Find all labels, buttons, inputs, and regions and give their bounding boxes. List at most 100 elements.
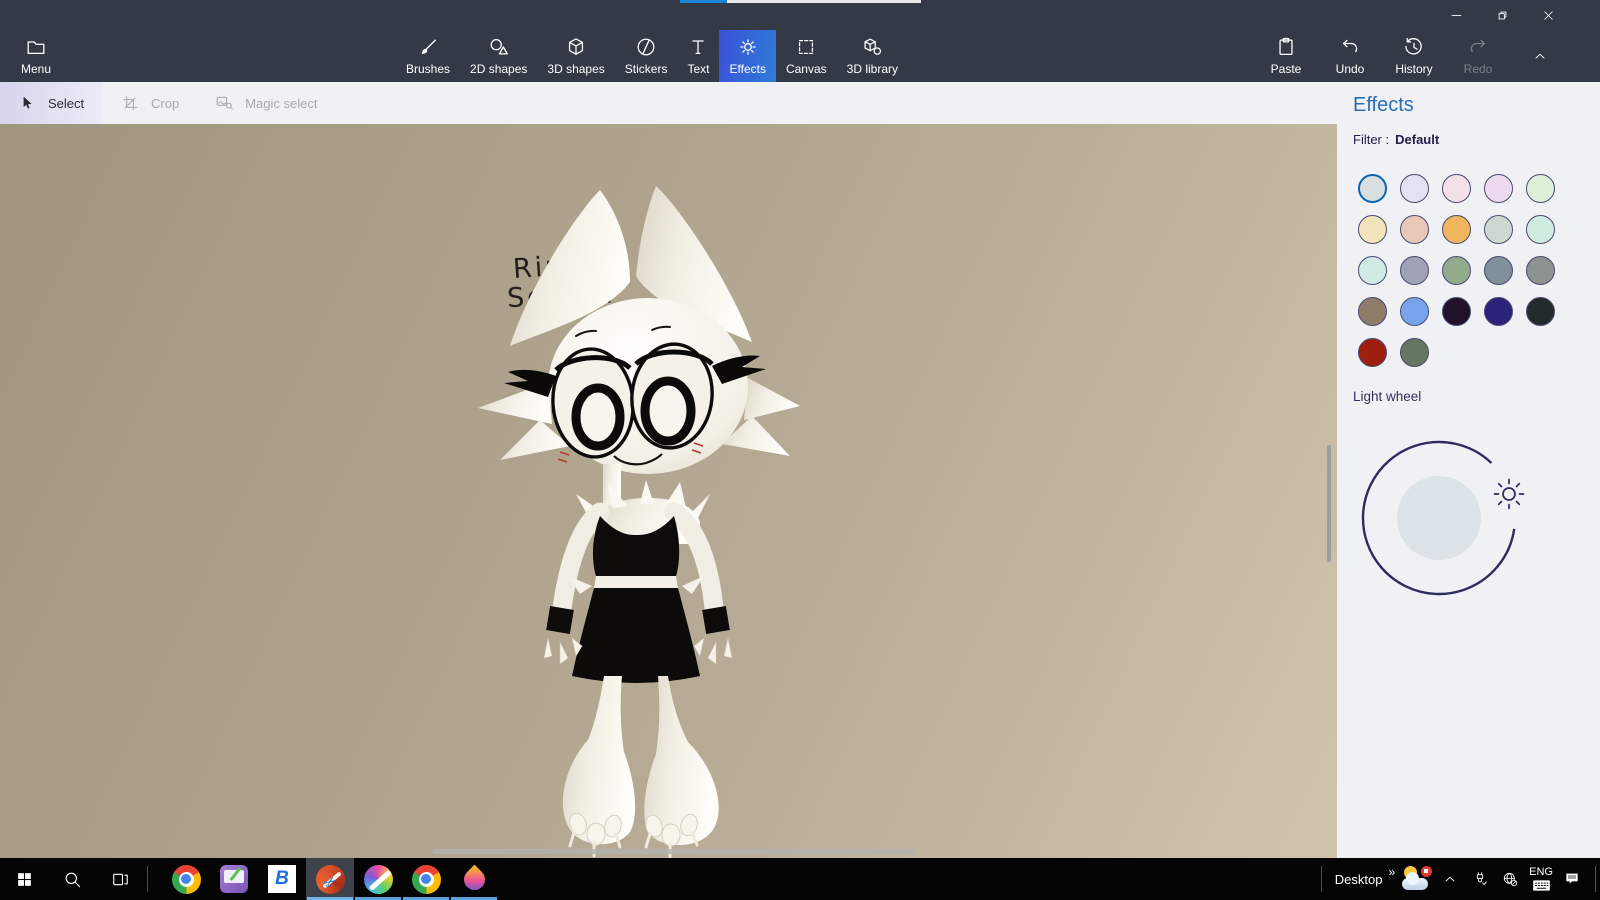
network-globe-icon[interactable] bbox=[1497, 858, 1523, 900]
filter-swatch-4[interactable] bbox=[1484, 174, 1513, 203]
horizontal-scrollbar[interactable] bbox=[432, 849, 916, 854]
character-3d-model[interactable] bbox=[0, 124, 1337, 858]
filter-swatch-grid bbox=[1351, 168, 1569, 373]
filter-swatch-21[interactable] bbox=[1358, 338, 1387, 367]
filter-swatch-14[interactable] bbox=[1484, 256, 1513, 285]
filter-row: Filter :Default bbox=[1353, 132, 1439, 147]
filter-swatch-20[interactable] bbox=[1526, 297, 1555, 326]
tab-3d-library[interactable]: 3D library bbox=[837, 30, 908, 82]
filter-swatch-19[interactable] bbox=[1484, 297, 1513, 326]
language-indicator[interactable]: ENG bbox=[1529, 866, 1553, 892]
select-button[interactable]: Select bbox=[0, 82, 103, 124]
weather-tray-icon[interactable] bbox=[1402, 866, 1432, 892]
filter-swatch-5[interactable] bbox=[1526, 174, 1555, 203]
filter-swatch-16[interactable] bbox=[1358, 297, 1387, 326]
tab-stickers[interactable]: Stickers bbox=[615, 30, 678, 82]
filter-swatch-12[interactable] bbox=[1400, 256, 1429, 285]
sbtn-label: Magic select bbox=[245, 96, 317, 111]
undo-icon bbox=[1339, 36, 1361, 58]
tab-label: Stickers bbox=[625, 62, 668, 76]
filter-swatch-15[interactable] bbox=[1526, 256, 1555, 285]
tab-label: Text bbox=[687, 62, 709, 76]
action-label: Paste bbox=[1271, 62, 1302, 76]
toolbar-tools: Brushes2D shapes 3D shapes Stickers Text Eff… bbox=[396, 30, 908, 82]
shapes2d-icon bbox=[488, 36, 510, 58]
minimize-button[interactable] bbox=[1433, 0, 1479, 30]
restore-button[interactable] bbox=[1479, 0, 1525, 30]
filter-swatch-13[interactable] bbox=[1442, 256, 1471, 285]
hidden-icons-button[interactable] bbox=[1437, 858, 1463, 900]
tab-3d-shapes[interactable]: 3D shapes bbox=[537, 30, 614, 82]
taskbar-app-paint-3d[interactable] bbox=[306, 858, 354, 900]
paste-button[interactable]: Paste bbox=[1258, 30, 1314, 82]
light-wheel-sun-handle[interactable] bbox=[1495, 480, 1524, 509]
light-wheel-center bbox=[1397, 476, 1481, 560]
paint-3d-icon bbox=[316, 865, 345, 894]
light-wheel[interactable] bbox=[1355, 433, 1525, 603]
desktop-overflow-chevron[interactable]: » bbox=[1388, 865, 1395, 879]
vertical-scrollbar[interactable] bbox=[1327, 445, 1331, 562]
taskbar-app-purple-paint-app[interactable] bbox=[210, 858, 258, 900]
text-icon bbox=[687, 36, 709, 58]
keyboard-icon bbox=[1532, 879, 1551, 892]
chevron-up-icon bbox=[1532, 48, 1548, 64]
language-code: ENG bbox=[1529, 866, 1553, 879]
cube-icon bbox=[565, 36, 587, 58]
tray-separator bbox=[1321, 866, 1322, 892]
action-center-button[interactable] bbox=[1559, 858, 1585, 900]
chrome-profile-2-icon bbox=[412, 865, 441, 894]
sticker-icon bbox=[635, 36, 657, 58]
collapse-ribbon-button[interactable] bbox=[1520, 30, 1560, 82]
filter-label: Filter : bbox=[1353, 132, 1389, 147]
magic-select-button[interactable]: Magic select bbox=[197, 82, 335, 124]
filter-swatch-1[interactable] bbox=[1358, 174, 1387, 203]
undo-button[interactable]: Undo bbox=[1322, 30, 1378, 82]
taskbar-app-chrome-profile-2[interactable] bbox=[402, 858, 450, 900]
top-progress-bar-remaining bbox=[727, 0, 921, 3]
close-button[interactable] bbox=[1525, 0, 1571, 30]
folder-icon bbox=[25, 36, 47, 58]
filter-swatch-18[interactable] bbox=[1442, 297, 1471, 326]
filter-swatch-2[interactable] bbox=[1400, 174, 1429, 203]
filter-swatch-17[interactable] bbox=[1400, 297, 1429, 326]
magic-icon bbox=[215, 94, 233, 112]
tab-text[interactable]: Text bbox=[677, 30, 719, 82]
taskbar-separator bbox=[147, 866, 148, 892]
paint-3d-window: Menu Brushes2D shapes 3D shapes Stickers Te… bbox=[0, 0, 1600, 900]
history-button[interactable]: History bbox=[1386, 30, 1442, 82]
filter-swatch-10[interactable] bbox=[1526, 215, 1555, 244]
desktop-toolbar-label[interactable]: Desktop bbox=[1335, 872, 1383, 887]
filter-swatch-7[interactable] bbox=[1400, 215, 1429, 244]
filter-swatch-3[interactable] bbox=[1442, 174, 1471, 203]
tab-brushes[interactable]: Brushes bbox=[396, 30, 460, 82]
tab-2d-shapes[interactable]: 2D shapes bbox=[460, 30, 537, 82]
start-button[interactable] bbox=[0, 858, 48, 900]
task-view-button[interactable] bbox=[96, 858, 144, 900]
filter-swatch-9[interactable] bbox=[1484, 215, 1513, 244]
taskbar-app-rainbow-paint-app[interactable] bbox=[354, 858, 402, 900]
action-label: Redo bbox=[1464, 62, 1493, 76]
redo-button[interactable]: Redo bbox=[1450, 30, 1506, 82]
drawing-canvas[interactable]: Rium Souma bbox=[0, 124, 1337, 858]
taskbar-apps: B bbox=[162, 858, 498, 900]
top-progress-bar-played bbox=[680, 0, 727, 3]
redo-icon bbox=[1467, 36, 1489, 58]
cursor-icon bbox=[18, 94, 36, 112]
search-button[interactable] bbox=[48, 858, 96, 900]
filter-swatch-6[interactable] bbox=[1358, 215, 1387, 244]
usb-tray-icon[interactable] bbox=[1467, 858, 1493, 900]
filter-swatch-22[interactable] bbox=[1400, 338, 1429, 367]
taskbar-app-b-logo-app[interactable]: B bbox=[258, 858, 306, 900]
crop-button[interactable]: Crop bbox=[103, 82, 197, 124]
toolbar-actions: Paste UndoHistory Redo bbox=[1258, 30, 1506, 82]
filter-swatch-8[interactable] bbox=[1442, 215, 1471, 244]
filter-swatch-11[interactable] bbox=[1358, 256, 1387, 285]
tab-label: 3D shapes bbox=[547, 62, 604, 76]
show-desktop-button[interactable] bbox=[1595, 866, 1596, 892]
menu-button[interactable]: Menu bbox=[8, 30, 64, 82]
tab-canvas[interactable]: Canvas bbox=[776, 30, 837, 82]
taskbar-app-paint-drop-app[interactable] bbox=[450, 858, 498, 900]
windows-logo-icon bbox=[15, 870, 34, 889]
tab-effects[interactable]: Effects bbox=[719, 30, 775, 82]
taskbar-app-chrome[interactable] bbox=[162, 858, 210, 900]
